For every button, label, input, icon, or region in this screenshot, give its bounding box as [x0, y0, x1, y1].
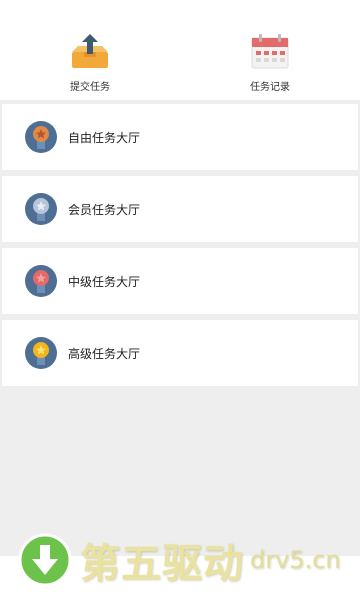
silver-star-medal-icon — [25, 193, 57, 225]
hall-label: 自由任务大厅 — [68, 130, 141, 145]
submit-task-button[interactable]: 提交任务 — [0, 0, 180, 100]
red-star-medal-icon — [25, 265, 57, 297]
bronze-star-medal-icon — [25, 121, 57, 153]
download-arrow-icon — [18, 533, 72, 587]
hall-item-intermediate[interactable]: 中级任务大厅 — [2, 248, 358, 314]
watermark-text: 第五驱动 — [80, 541, 244, 587]
submit-task-label: 提交任务 — [70, 82, 110, 93]
hall-item-member[interactable]: 会员任务大厅 — [2, 176, 358, 242]
site-watermark: 第五驱动 drv5.cn — [18, 526, 341, 594]
task-records-button[interactable]: 任务记录 — [180, 0, 360, 100]
hall-item-free[interactable]: 自由任务大厅 — [2, 104, 358, 170]
watermark-domain: drv5.cn — [250, 546, 341, 574]
hall-label: 会员任务大厅 — [68, 202, 141, 217]
task-records-label: 任务记录 — [250, 82, 290, 93]
hall-label: 高级任务大厅 — [68, 346, 141, 361]
top-actions-bar: 提交任务 任务记录 — [0, 0, 360, 100]
upload-tray-icon — [72, 34, 108, 68]
task-hall-list: 自由任务大厅 会员任务大厅 中级任务大厅 高级任务大厅 — [0, 104, 360, 392]
hall-item-advanced[interactable]: 高级任务大厅 — [2, 320, 358, 386]
gold-star-medal-icon — [25, 337, 57, 369]
calendar-icon — [251, 34, 289, 69]
hall-label: 中级任务大厅 — [68, 274, 141, 289]
